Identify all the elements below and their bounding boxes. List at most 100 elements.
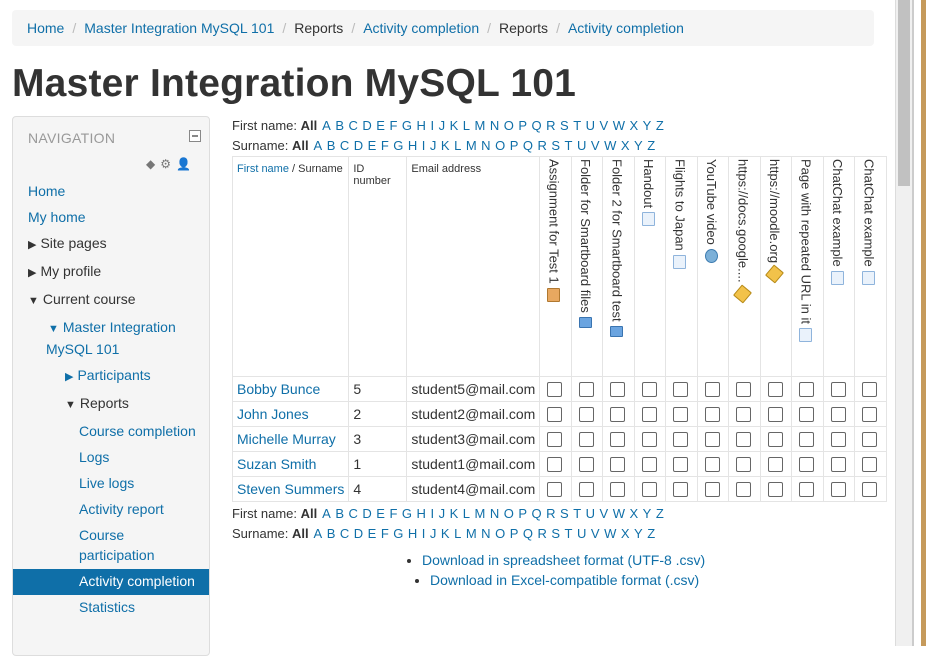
surname-bottom-letter-w[interactable]: W [604,526,616,541]
first-name-letter-g[interactable]: G [402,118,412,133]
first-name-letter-e[interactable]: E [376,118,385,133]
breadcrumb-home[interactable]: Home [27,20,64,36]
first-name-letter-f[interactable]: F [389,118,397,133]
first-name-bottom-letter-f[interactable]: F [389,506,397,521]
surname-bottom-letter-r[interactable]: R [537,526,546,541]
first-name-letter-s[interactable]: S [560,118,569,133]
completion-checkbox[interactable] [862,432,878,447]
first-name-bottom-letter-v[interactable]: V [600,506,609,521]
completion-checkbox[interactable] [673,482,689,497]
nav-item-my-profile[interactable]: ▶ My profile [13,259,209,287]
first-name-letter-t[interactable]: T [573,118,581,133]
first-name-bottom-letter-a[interactable]: A [322,506,331,521]
scrollbar-thumb[interactable] [898,0,910,186]
surname-letter-m[interactable]: M [466,138,477,153]
completion-checkbox[interactable] [830,482,846,497]
activity-name[interactable]: Folder for Smartboard files [578,159,593,313]
surname-bottom-letter-f[interactable]: F [381,526,389,541]
first-name-letter-i[interactable]: I [430,118,434,133]
first-name-letter-n[interactable]: N [490,118,499,133]
nav-item-activity-report[interactable]: Activity report [13,497,209,523]
completion-checkbox[interactable] [673,382,689,397]
breadcrumb-activity-completion[interactable]: Activity completion [363,20,479,36]
first-name-letter-j[interactable]: J [439,118,446,133]
activity-name[interactable]: https://docs.google.... [735,159,750,283]
surname-letter-s[interactable]: S [551,138,560,153]
completion-checkbox[interactable] [862,482,878,497]
download-csv-utf8-link[interactable]: Download in spreadsheet format (UTF-8 .c… [422,552,705,568]
completion-checkbox[interactable] [830,432,846,447]
surname-bottom-letter-x[interactable]: X [621,526,630,541]
activity-name[interactable]: Page with repeated URL in it [798,159,813,324]
first-name-letter-w[interactable]: W [613,118,625,133]
completion-checkbox[interactable] [673,457,689,472]
first-name-letter-k[interactable]: K [450,118,459,133]
completion-checkbox[interactable] [673,407,689,422]
surname-letter-b[interactable]: B [327,138,336,153]
first-name-bottom-letter-e[interactable]: E [376,506,385,521]
completion-checkbox[interactable] [547,457,563,472]
surname-letter-f[interactable]: F [381,138,389,153]
nav-item-reports[interactable]: ▼ Reports [13,391,209,419]
completion-checkbox[interactable] [641,382,657,397]
surname-letter-r[interactable]: R [537,138,546,153]
surname-letter-i[interactable]: I [422,138,426,153]
completion-checkbox[interactable] [610,457,626,472]
activity-name[interactable]: Folder 2 for Smartboard test [609,159,624,322]
surname-bottom-letter-n[interactable]: N [481,526,490,541]
completion-checkbox[interactable] [547,407,563,422]
first-name-bottom-letter-u[interactable]: U [586,506,595,521]
surname-bottom-letter-z[interactable]: Z [647,526,655,541]
vertical-scrollbar[interactable] [895,0,912,646]
sort-first-name-link[interactable]: First name [237,163,289,175]
surname-letter-v[interactable]: V [591,138,600,153]
first-name-bottom-letter-n[interactable]: N [490,506,499,521]
activity-name[interactable]: ChatChat example [861,159,876,267]
nav-item-participants[interactable]: ▶ Participants [13,363,209,391]
activity-name[interactable]: https://moodle.org [767,159,782,263]
completion-checkbox[interactable] [799,432,815,447]
collapse-icon[interactable] [189,130,201,142]
completion-checkbox[interactable] [547,382,563,397]
first-name-letter-c[interactable]: C [349,118,358,133]
surname-letter-d[interactable]: D [354,138,363,153]
completion-checkbox[interactable] [736,382,752,397]
first-name-bottom-letter-q[interactable]: Q [532,506,542,521]
breadcrumb-course[interactable]: Master Integration MySQL 101 [84,20,274,36]
nav-item-site-pages[interactable]: ▶ Site pages [13,231,209,259]
activity-name[interactable]: Assignment for Test 1 [546,159,561,284]
completion-checkbox[interactable] [799,457,815,472]
first-name-letter-m[interactable]: M [474,118,485,133]
surname-bottom-letter-u[interactable]: U [577,526,586,541]
first-name-bottom-letter-p[interactable]: P [518,506,527,521]
completion-checkbox[interactable] [704,482,720,497]
nav-item-logs[interactable]: Logs [13,445,209,471]
completion-checkbox[interactable] [767,407,783,422]
student-name-link[interactable]: Bobby Bunce [237,381,320,397]
breadcrumb-activity-completion-2[interactable]: Activity completion [568,20,684,36]
surname-bottom-letter-m[interactable]: M [466,526,477,541]
surname-letter-l[interactable]: L [454,138,461,153]
first-name-bottom-letter-o[interactable]: O [504,506,514,521]
add-user-icon[interactable]: 👤 [176,157,191,171]
surname-bottom-letter-h[interactable]: H [408,526,417,541]
first-name-letter-z[interactable]: Z [656,118,664,133]
surname-bottom-letter-v[interactable]: V [591,526,600,541]
completion-checkbox[interactable] [767,482,783,497]
surname-letter-x[interactable]: X [621,138,630,153]
completion-checkbox[interactable] [799,482,815,497]
completion-checkbox[interactable] [767,382,783,397]
first-name-bottom-letter-i[interactable]: I [430,506,434,521]
completion-checkbox[interactable] [736,457,752,472]
nav-item-course[interactable]: ▼ Master Integration MySQL 101 [13,315,209,363]
completion-checkbox[interactable] [767,457,783,472]
completion-checkbox[interactable] [547,482,563,497]
completion-checkbox[interactable] [578,482,594,497]
completion-checkbox[interactable] [610,382,626,397]
first-name-bottom-letter-y[interactable]: Y [643,506,652,521]
surname-bottom-letter-a[interactable]: A [314,526,323,541]
completion-checkbox[interactable] [799,407,815,422]
first-name-bottom-letter-t[interactable]: T [573,506,581,521]
activity-name[interactable]: Flights to Japan [672,159,687,251]
surname-letter-p[interactable]: P [510,138,519,153]
